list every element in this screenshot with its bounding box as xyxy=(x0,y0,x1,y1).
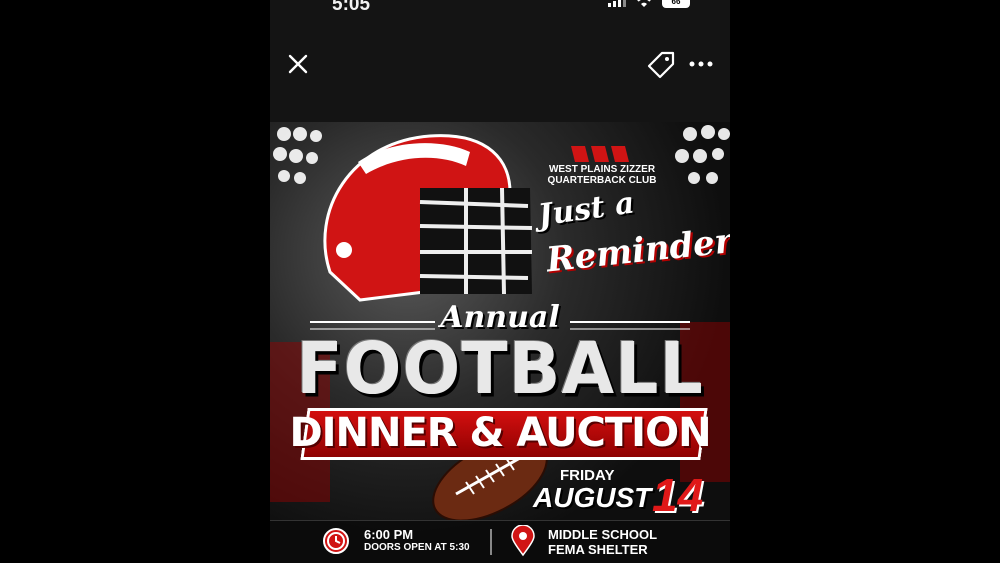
location-pin-icon xyxy=(511,525,535,557)
football-helmet-illustration xyxy=(323,134,533,302)
info-divider xyxy=(490,529,492,555)
event-day-number: 14 xyxy=(652,469,704,521)
tag-icon[interactable] xyxy=(646,50,676,80)
club-logo-block: WEST PLAINS ZIZZER QUARTERBACK CLUB xyxy=(542,146,662,186)
dinner-auction-title: DINNER & AUCTION xyxy=(289,410,711,456)
clock-icon xyxy=(323,528,349,554)
doors-open-time: DOORS OPEN AT 5:30 xyxy=(364,542,470,553)
status-time: 5:05 xyxy=(332,0,371,15)
event-info-bar: 6:00 PM DOORS OPEN AT 5:30 MIDDLE SCHOOL… xyxy=(270,520,730,563)
club-logo-icon xyxy=(571,146,629,162)
signal-icon xyxy=(608,0,626,7)
club-name: WEST PLAINS ZIZZER QUARTERBACK CLUB xyxy=(547,164,657,186)
stadium-lights-right xyxy=(675,125,730,184)
wifi-icon xyxy=(637,0,651,7)
phone-screen: 5:05 66 WEST PLAINS ZIZZER QUARTERBACK C… xyxy=(270,0,730,563)
close-icon[interactable] xyxy=(284,50,312,78)
battery-indicator: 66 xyxy=(662,0,690,8)
event-time: 6:00 PM xyxy=(364,527,414,542)
location-line-1: MIDDLE SCHOOL xyxy=(548,527,658,542)
status-bar: 5:05 66 xyxy=(270,0,730,18)
location-line-2: FEMA SHELTER xyxy=(548,542,648,557)
more-icon[interactable] xyxy=(686,52,716,76)
stadium-lights-left xyxy=(273,127,322,184)
football-title: FOOTBALL xyxy=(296,328,704,411)
event-month: AUGUST xyxy=(533,482,652,513)
event-flyer-image[interactable]: WEST PLAINS ZIZZER QUARTERBACK CLUB Just… xyxy=(270,122,730,563)
status-icons: 66 xyxy=(608,0,690,8)
viewer-toolbar xyxy=(270,40,730,90)
